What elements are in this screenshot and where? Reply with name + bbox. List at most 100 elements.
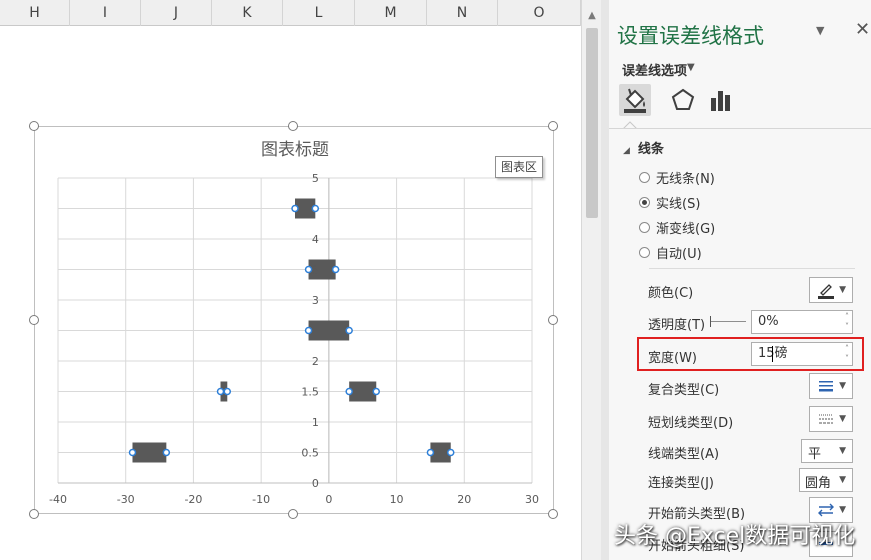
chart-canvas: 图表标题 -40 -30 -20 -10 0 10 20 30 0 0.5 1 1.5 2 3 4 5 3	[49, 140, 539, 506]
error-bar	[349, 381, 377, 402]
error-bar-handle	[223, 387, 232, 396]
x-tick-label: 30	[525, 493, 539, 506]
column-header-i[interactable]: I	[70, 0, 141, 26]
error-bar-handle	[304, 265, 313, 274]
resize-handle-tr[interactable]	[548, 121, 558, 131]
resize-handle-b[interactable]	[288, 509, 298, 519]
y-tick-label: 1.5	[301, 386, 319, 399]
x-tick-label: -10	[252, 493, 270, 506]
transparency-slider[interactable]	[710, 316, 746, 327]
options-chevron-down-icon[interactable]: ▼	[687, 62, 695, 73]
scroll-thumb[interactable]	[586, 28, 598, 218]
resize-handle-tl[interactable]	[29, 121, 39, 131]
resize-handle-r[interactable]	[548, 315, 558, 325]
x-tick-label: 0	[325, 493, 332, 506]
scroll-up-icon[interactable]: ▲	[582, 8, 602, 24]
join-type-value: 圆角	[805, 476, 832, 491]
error-bar-options-menu[interactable]: 误差线选项	[622, 60, 687, 79]
error-bar-handle	[162, 448, 171, 457]
x-tick-label: 10	[390, 493, 404, 506]
pane-title: 设置误差线格式	[617, 24, 764, 48]
chart-object[interactable]: 图表标题 -40 -30 -20 -10 0 10 20 30 0 0.5 1 1.5 2 3 4 5 3	[34, 126, 554, 514]
y-tick-label: 0	[312, 477, 319, 490]
dash-type-label: 短划线类型(D)	[648, 416, 734, 431]
pane-splitter[interactable]	[601, 0, 609, 560]
chart-title: 图表标题	[261, 140, 329, 160]
section-line-header[interactable]: ◢ 线条	[623, 138, 664, 157]
dash-lines-icon	[819, 414, 833, 424]
resize-handle-t[interactable]	[288, 121, 298, 131]
arrow-type-icon	[818, 503, 834, 517]
transparency-input[interactable]: 0% ˄ ˅	[751, 310, 853, 334]
resize-handle-bl[interactable]	[29, 509, 39, 519]
transparency-label: 透明度(T)	[648, 318, 706, 333]
chevron-down-icon: ▼	[839, 285, 846, 295]
width-input[interactable]: 15磅 ˄˅	[751, 342, 853, 366]
error-bar-handle	[311, 204, 320, 213]
join-type-label: 连接类型(J)	[648, 476, 714, 491]
error-bar-handle	[446, 448, 455, 457]
color-label: 颜色(C)	[648, 286, 694, 301]
pentagon-icon	[671, 88, 695, 110]
bar-chart-icon	[711, 91, 730, 111]
transparency-value: 0%	[758, 314, 779, 329]
radio-gradient-line[interactable]: 渐变线(G)	[639, 218, 715, 237]
column-header-l[interactable]: L	[283, 0, 355, 26]
error-bar-handle	[291, 204, 299, 213]
column-header-n[interactable]: N	[427, 0, 498, 26]
pane-options-dropdown-icon[interactable]: ▼	[816, 24, 824, 37]
error-bar	[308, 320, 350, 341]
chevron-down-icon: ▼	[839, 414, 846, 424]
radio-automatic[interactable]: 自动(U)	[639, 243, 702, 262]
resize-handle-l[interactable]	[29, 315, 39, 325]
x-tick-label: -40	[49, 493, 67, 506]
join-type-select[interactable]: 圆角 ▼	[799, 468, 853, 492]
compound-type-button[interactable]: ▼	[809, 373, 853, 399]
axis-overlay-label: 3	[312, 264, 319, 277]
radio-solid-line[interactable]: 实线(S)	[639, 193, 701, 212]
compound-lines-icon	[819, 381, 833, 392]
radio-circle-selected[interactable]	[639, 196, 650, 208]
column-header-k[interactable]: K	[212, 0, 283, 26]
paint-bucket-icon	[624, 88, 646, 113]
cap-type-value: 平	[808, 447, 822, 462]
error-bar-handle	[216, 387, 225, 396]
compound-type-label: 复合类型(C)	[648, 383, 720, 398]
column-header-o[interactable]: O	[498, 0, 581, 26]
section-divider	[649, 268, 855, 269]
spin-arrows-icon[interactable]: ˄ ˅	[845, 312, 849, 332]
tab-fill-line[interactable]	[619, 84, 651, 116]
radio-circle[interactable]	[639, 221, 650, 233]
tab-effects[interactable]	[667, 84, 699, 116]
radio-circle[interactable]	[639, 246, 650, 258]
chevron-down-icon: ▼	[839, 446, 846, 456]
radio-circle[interactable]	[639, 171, 650, 183]
y-tick-label: 3	[312, 294, 319, 307]
tab-options[interactable]	[705, 84, 737, 116]
column-header-h[interactable]: H	[0, 0, 70, 26]
color-picker-button[interactable]: ▼	[809, 277, 853, 303]
watermark-text: 头条 @Excel数据可视化	[614, 524, 856, 549]
cap-type-select[interactable]: 平 ▼	[801, 439, 853, 463]
column-header-j[interactable]: J	[141, 0, 212, 26]
resize-handle-br[interactable]	[548, 509, 558, 519]
error-bar-handle	[304, 326, 313, 335]
y-tick-label: 1	[312, 416, 319, 429]
radio-label: 实线(S)	[656, 196, 701, 212]
x-tick-label: 20	[457, 493, 471, 506]
column-header-m[interactable]: M	[355, 0, 427, 26]
format-tabs	[617, 84, 867, 118]
radio-no-line[interactable]: 无线条(N)	[639, 168, 715, 187]
pane-close-icon[interactable]: ✕	[855, 19, 870, 40]
vertical-scrollbar[interactable]: ▲	[581, 0, 601, 560]
spin-arrows-icon[interactable]: ˄ ˅	[845, 344, 849, 364]
dash-type-button[interactable]: ▼	[809, 406, 853, 432]
worksheet[interactable]: H I J K L M N O 图表标题 -40 -30 -20 -10 0 10 20 30 0…	[0, 0, 581, 560]
error-bar-handle	[345, 326, 353, 335]
error-bar-handle	[128, 448, 137, 457]
error-bar-handle	[345, 387, 353, 396]
error-bar-handle	[372, 387, 381, 396]
chevron-down-icon: ▼	[839, 505, 846, 515]
radio-label: 自动(U)	[656, 246, 702, 262]
radio-label: 无线条(N)	[656, 171, 715, 187]
